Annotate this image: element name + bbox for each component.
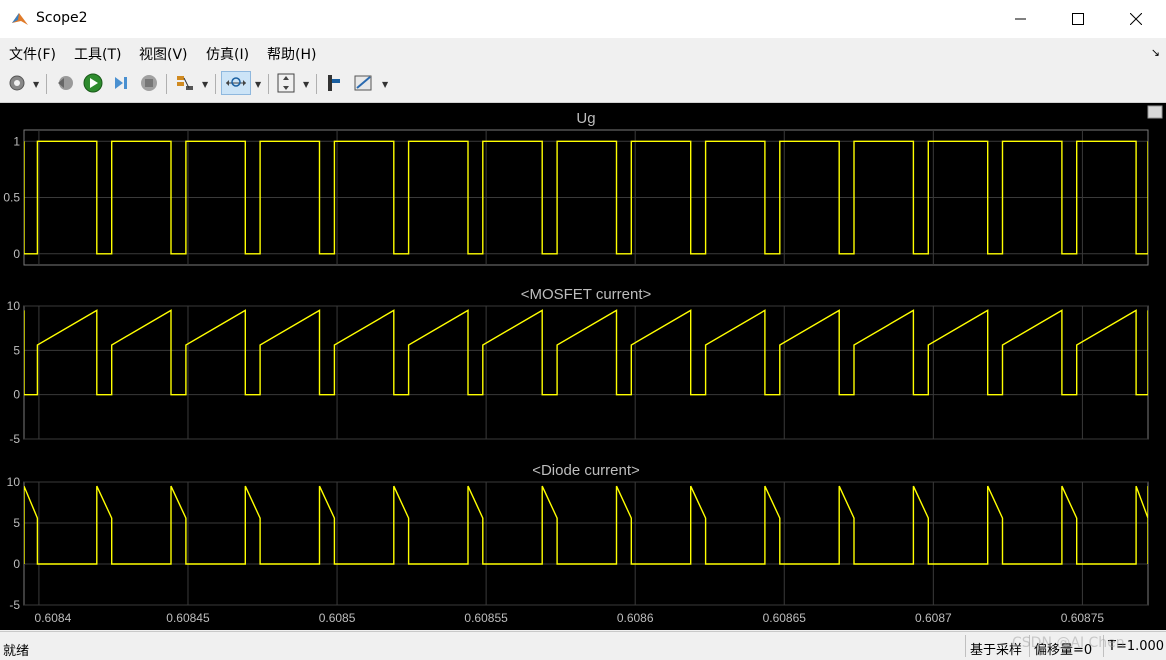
step-back-icon [58, 76, 73, 90]
x-tick-label: 0.6087 [915, 611, 952, 625]
x-tick-label: 0.6084 [35, 611, 72, 625]
maximize-button[interactable] [1049, 0, 1107, 38]
measurement-button[interactable] [323, 71, 345, 95]
title-bar: Scope2 [0, 0, 1166, 38]
run-button[interactable] [82, 71, 104, 95]
status-bar: 就绪 基于采样 偏移量=0 T=1.000 CSDN @AI Chen [0, 631, 1166, 660]
y-tick-label: -5 [9, 598, 20, 612]
minimize-button[interactable] [992, 0, 1050, 38]
stop-button[interactable] [138, 71, 160, 95]
x-tick-label: 0.6085 [319, 611, 356, 625]
menu-tools[interactable]: 工具(T) [74, 44, 121, 64]
scope-display: Ug 1 0.5 0 <MOSFET current> 10 5 0 -5 <Diode curr… [0, 103, 1166, 630]
close-button[interactable] [1107, 0, 1165, 38]
chevron-down-icon[interactable]: ▼ [255, 80, 261, 89]
zoom-button[interactable] [221, 71, 251, 95]
y-tick-label: 10 [7, 299, 21, 313]
zoom-icon [226, 77, 246, 87]
step-back-button[interactable] [54, 71, 76, 95]
dock-icon[interactable]: ↘ [1151, 46, 1160, 59]
gear-icon [9, 75, 25, 91]
plot-title: <Diode current> [532, 462, 640, 479]
autoscale-icon [277, 73, 295, 93]
close-icon [1130, 13, 1142, 25]
y-tick-label: 0 [13, 557, 20, 571]
axes-box [23, 305, 1149, 440]
x-tick-label: 0.60845 [166, 611, 210, 625]
y-tick-label: 0 [13, 247, 20, 261]
stop-icon [141, 75, 157, 91]
measure-cursor-icon [328, 75, 340, 91]
signal-selector-button[interactable] [174, 71, 196, 95]
chevron-down-icon[interactable]: ▼ [382, 80, 388, 89]
x-tick-label: 0.60875 [1061, 611, 1105, 625]
style-icon [354, 75, 372, 91]
watermark: CSDN @AI Chen [1012, 635, 1125, 651]
menu-view[interactable]: 视图(V) [139, 44, 188, 64]
y-tick-label: 0 [13, 388, 20, 402]
step-forward-icon [115, 77, 127, 89]
x-tick-label: 0.6086 [617, 611, 654, 625]
toolbar: ▼ ▼ ▼ ▼ ▼ [0, 66, 1166, 103]
x-tick-label: 0.60865 [763, 611, 807, 625]
run-icon [83, 73, 103, 93]
menu-help[interactable]: 帮助(H) [267, 44, 316, 64]
undock-icon[interactable] [1147, 105, 1163, 119]
axes-box [23, 481, 1149, 606]
matlab-icon [12, 13, 28, 25]
menu-bar: 文件(F) 工具(T) 视图(V) 仿真(I) 帮助(H) ↘ [0, 38, 1166, 66]
y-tick-label: 10 [7, 475, 21, 489]
autoscale-button[interactable] [275, 71, 297, 95]
minimize-icon [1015, 18, 1026, 20]
y-tick-label: 5 [13, 343, 20, 357]
y-tick-label: 0.5 [3, 191, 20, 205]
y-tick-label: -5 [9, 432, 20, 446]
y-tick-label: 1 [13, 134, 20, 148]
chevron-down-icon[interactable]: ▼ [33, 80, 39, 89]
chevron-down-icon[interactable]: ▼ [202, 80, 208, 89]
settings-button[interactable] [6, 71, 28, 95]
window-title: Scope2 [36, 10, 88, 26]
step-forward-button[interactable] [110, 71, 132, 95]
chevron-down-icon[interactable]: ▼ [303, 80, 309, 89]
menu-simulation[interactable]: 仿真(I) [206, 44, 249, 64]
plot-title: Ug [576, 110, 595, 127]
scope-plot[interactable]: Ug 1 0.5 0 <MOSFET current> 10 5 0 -5 <Diode curr… [0, 103, 1166, 630]
x-tick-label: 0.60855 [464, 611, 508, 625]
plot-title: <MOSFET current> [521, 286, 652, 303]
menu-file[interactable]: 文件(F) [9, 44, 56, 64]
status-text: 就绪 [3, 644, 30, 659]
y-tick-label: 5 [13, 516, 20, 530]
signal-selector-icon [177, 76, 193, 90]
maximize-icon [1072, 13, 1084, 25]
style-button[interactable] [352, 71, 376, 95]
